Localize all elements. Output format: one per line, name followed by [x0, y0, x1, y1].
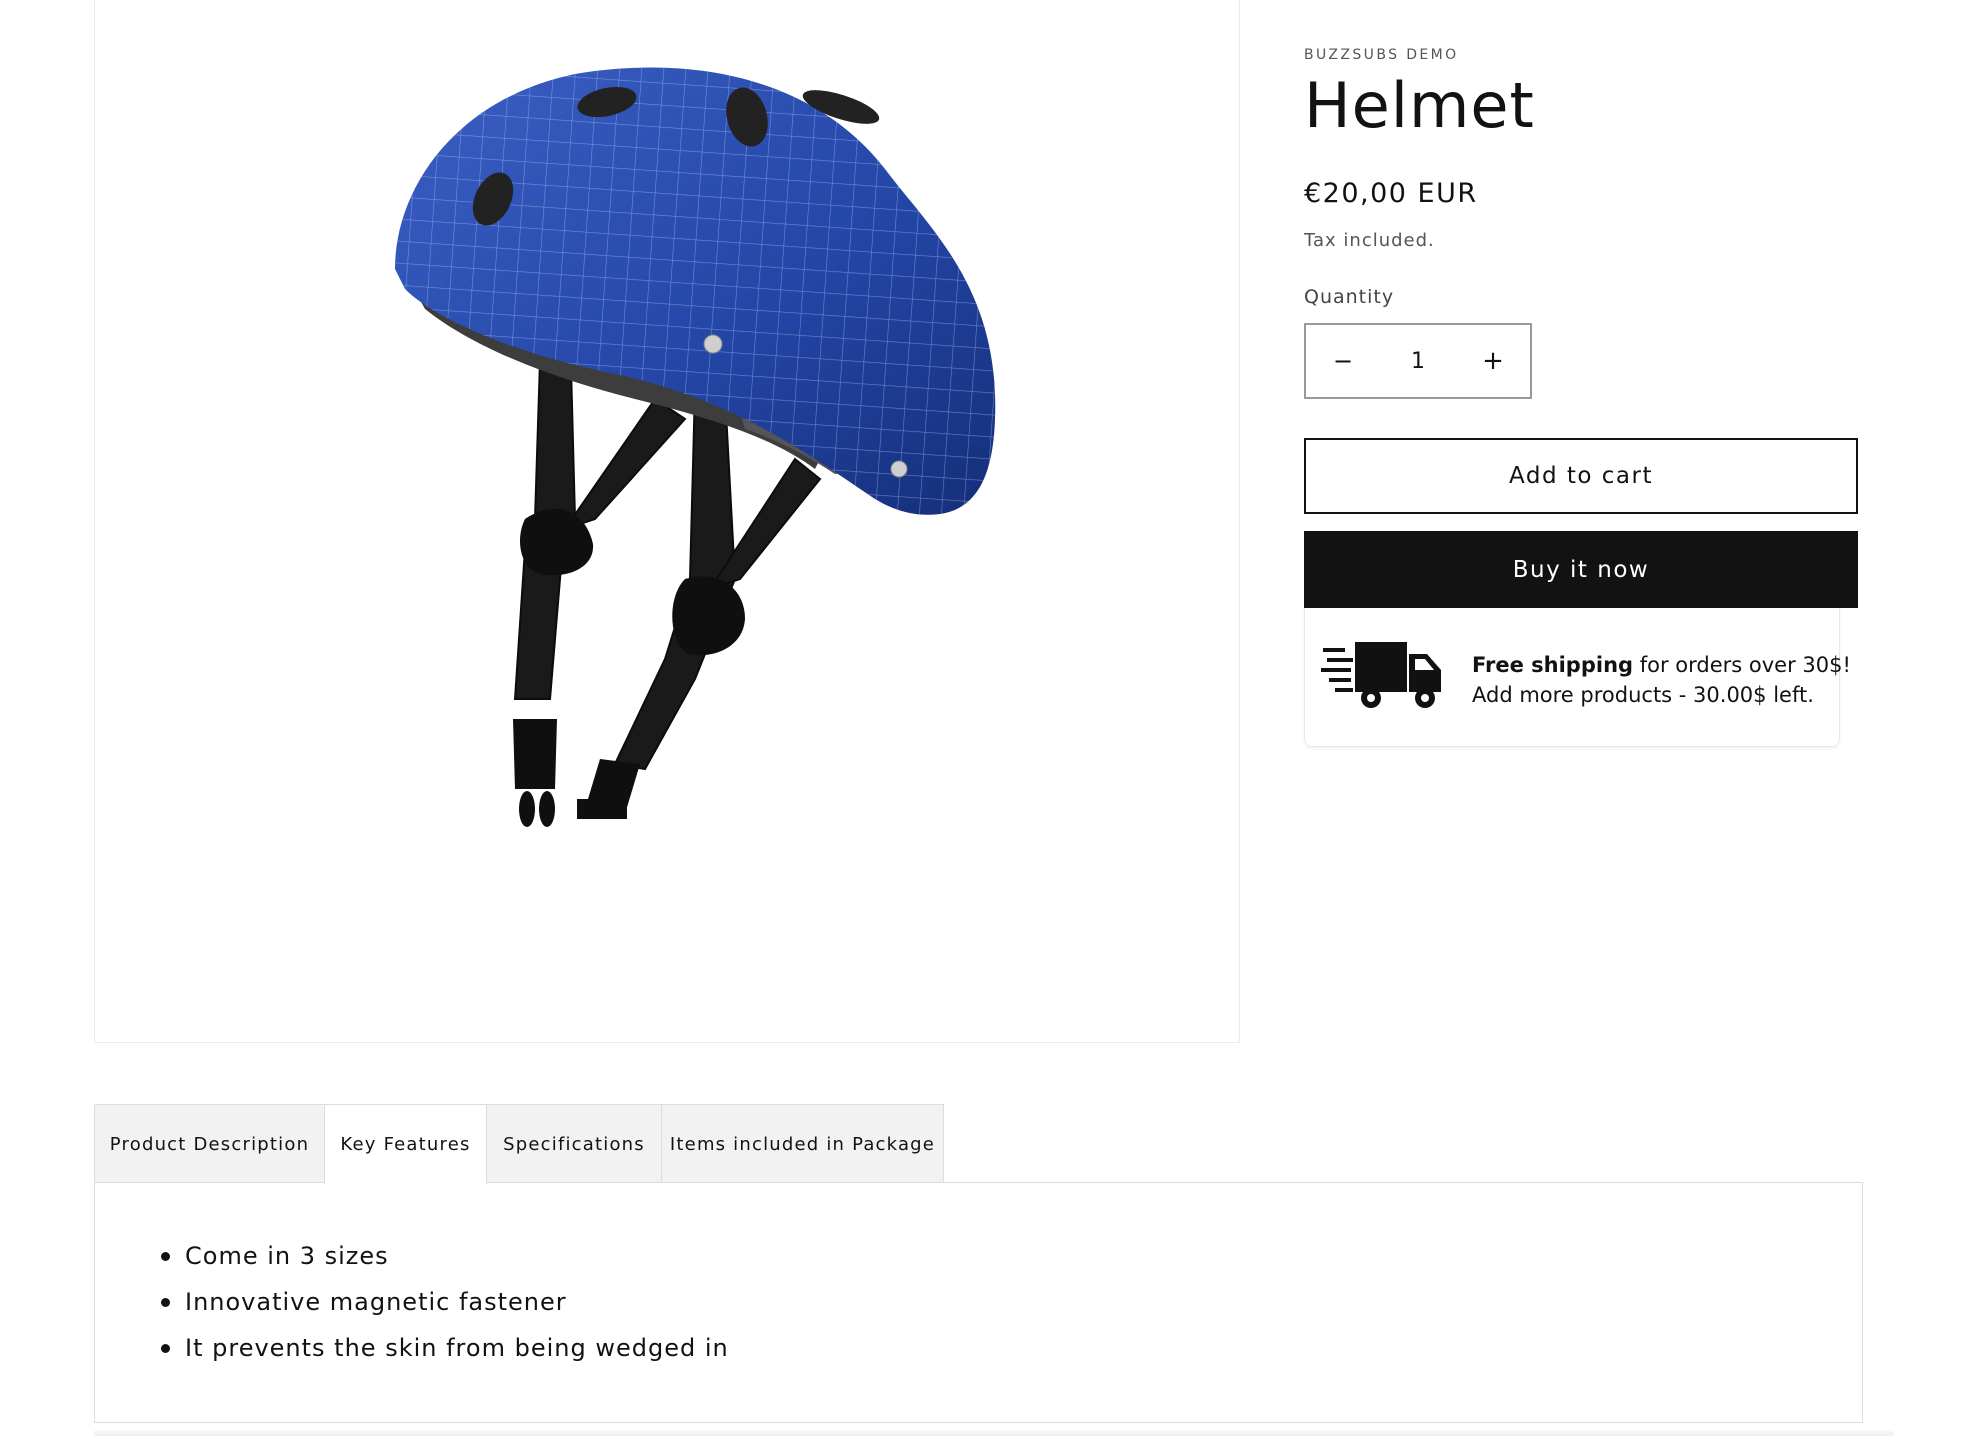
- product-media[interactable]: [94, 0, 1240, 1043]
- list-item: Come in 3 sizes: [161, 1233, 729, 1279]
- shipping-message: Free shipping for orders over 30$! Add m…: [1472, 650, 1851, 710]
- shipping-bold: Free shipping: [1472, 653, 1634, 677]
- product-page: BUZZSUBS DEMO Helmet €20,00 EUR Tax incl…: [0, 0, 1966, 1436]
- buy-now-button[interactable]: Buy it now: [1304, 531, 1858, 608]
- free-shipping-banner: Free shipping for orders over 30$! Add m…: [1304, 608, 1851, 747]
- quantity-input[interactable]: [1380, 347, 1456, 375]
- product-tabs: Product Description Key Features Specifi…: [94, 1104, 944, 1184]
- key-features-panel: Come in 3 sizes Innovative magnetic fast…: [94, 1182, 1863, 1423]
- increase-quantity-button[interactable]: +: [1456, 325, 1530, 397]
- list-item: It prevents the skin from being wedged i…: [161, 1325, 729, 1371]
- add-to-cart-button[interactable]: Add to cart: [1304, 438, 1858, 514]
- tab-items-included[interactable]: Items included in Package: [661, 1104, 944, 1183]
- tab-product-description[interactable]: Product Description: [94, 1104, 325, 1183]
- shipping-threshold: for orders over 30$!: [1633, 653, 1851, 677]
- vendor-label: BUZZSUBS DEMO: [1304, 47, 1459, 63]
- delivery-truck-icon: [1321, 642, 1441, 708]
- helmet-image: [395, 67, 996, 827]
- product-title: Helmet: [1304, 69, 1535, 142]
- tab-specifications[interactable]: Specifications: [486, 1104, 662, 1183]
- quantity-stepper: − +: [1304, 323, 1532, 399]
- quantity-label: Quantity: [1304, 286, 1395, 308]
- tab-key-features[interactable]: Key Features: [324, 1104, 487, 1184]
- bullet-icon: [161, 1298, 170, 1307]
- list-item: Innovative magnetic fastener: [161, 1279, 729, 1325]
- minus-icon: −: [1332, 347, 1354, 375]
- tax-note: Tax included.: [1304, 230, 1435, 251]
- decrease-quantity-button[interactable]: −: [1306, 325, 1380, 397]
- key-features-list: Come in 3 sizes Innovative magnetic fast…: [161, 1233, 729, 1371]
- bullet-icon: [161, 1344, 170, 1353]
- shipping-remaining: Add more products - 30.00$ left.: [1472, 683, 1814, 707]
- plus-icon: +: [1482, 346, 1504, 376]
- footer-divider: [94, 1430, 1894, 1436]
- product-price: €20,00 EUR: [1304, 178, 1478, 209]
- bullet-icon: [161, 1252, 170, 1261]
